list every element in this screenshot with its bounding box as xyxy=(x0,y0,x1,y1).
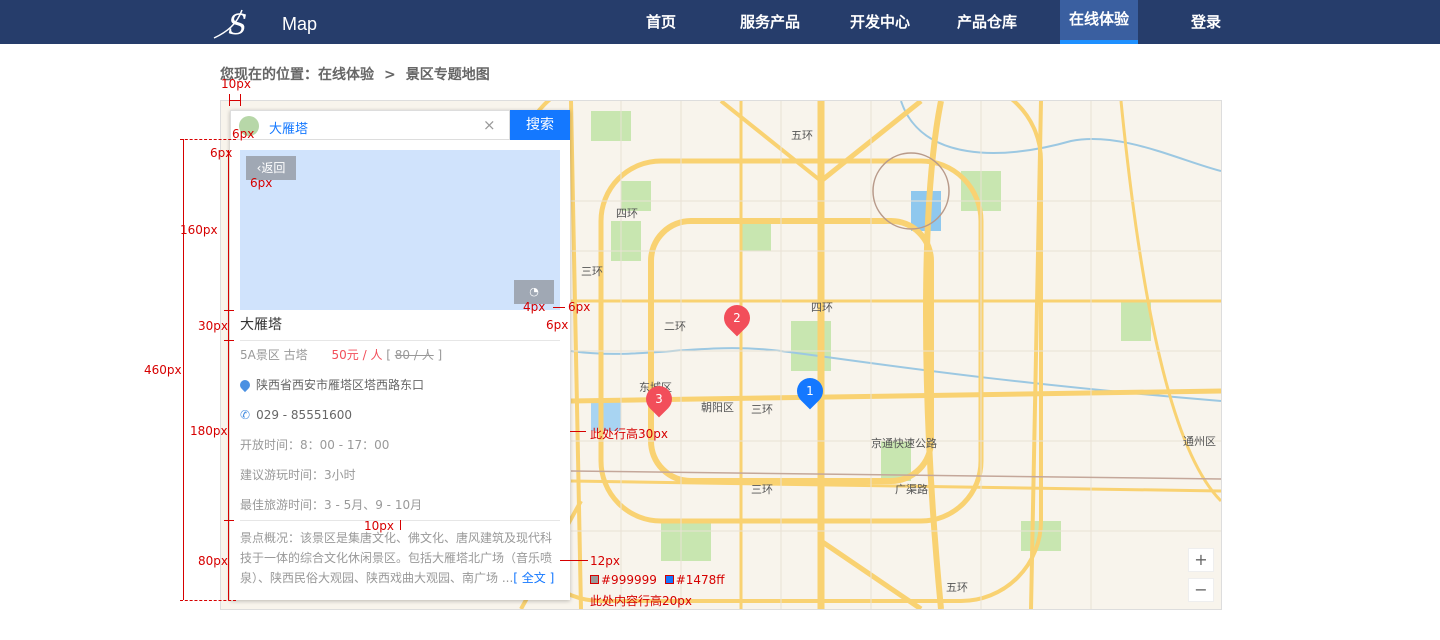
nav-home[interactable]: 首页 xyxy=(630,0,692,44)
annotation-line xyxy=(183,139,184,600)
map-label: 五环 xyxy=(946,581,968,594)
close-icon[interactable]: × xyxy=(483,116,496,134)
annotation: 6px xyxy=(250,176,273,190)
location-pin-icon xyxy=(237,377,253,393)
marker-label: 1 xyxy=(806,384,814,398)
color-label: #999999 xyxy=(601,573,657,587)
swatch-gray xyxy=(590,575,599,584)
swatch-blue xyxy=(664,575,674,584)
marker-label: 2 xyxy=(733,311,741,325)
annotation-line xyxy=(553,307,565,308)
map-label: 四环 xyxy=(616,207,638,220)
map-marker-1[interactable]: 1 xyxy=(791,372,829,410)
annotation: 此处内容行高20px xyxy=(590,594,692,608)
annotation-line xyxy=(180,600,236,601)
map-label: 京通快速公路 xyxy=(871,437,937,450)
poi-photo: ‹返回 ◔ xyxy=(240,150,560,310)
top-navbar: S Map 首页 服务产品 开发中心 产品仓库 在线体验 登录 xyxy=(0,0,1440,44)
read-more-link[interactable]: [ 全文 ] xyxy=(513,571,554,585)
poi-overview-text: 景点概况：该景区是集唐文化、佛文化、唐风建筑及现代科技于一体的综合文化休闲景区。… xyxy=(240,531,553,585)
annotation-line xyxy=(400,520,401,530)
annotation: 10px xyxy=(221,77,251,91)
annotation-line xyxy=(224,310,234,311)
color-label: #1478ff xyxy=(675,573,725,587)
search-input[interactable]: 大雁塔 xyxy=(269,118,308,137)
annotation: 4px xyxy=(523,300,546,314)
search-button[interactable]: 搜索 xyxy=(510,110,570,140)
phone-icon: ✆ xyxy=(240,408,251,422)
search-box: 大雁塔 × xyxy=(230,110,510,140)
map-label: 四环 xyxy=(811,301,833,314)
logo[interactable]: S Map xyxy=(212,2,317,41)
map-label: 三环 xyxy=(751,483,773,496)
poi-open-time: 开放时间：8：00 - 17：00 xyxy=(240,438,390,452)
poi-price: 50元 / 人 xyxy=(331,348,383,362)
annotation: 6px xyxy=(568,300,591,314)
poi-best-time: 最佳旅游时间：3 - 5月、9 - 10月 xyxy=(240,498,423,512)
annotation: 460px xyxy=(144,363,182,377)
poi-overview: 景点概况：该景区是集唐文化、佛文化、唐风建筑及现代科技于一体的综合文化休闲景区。… xyxy=(240,528,560,588)
nav-repo[interactable]: 产品仓库 xyxy=(947,0,1027,44)
map-label: 朝阳区 xyxy=(701,401,734,414)
annotation: 6px xyxy=(546,318,569,332)
annotation: 10px xyxy=(364,519,394,533)
map-marker-2[interactable]: 2 xyxy=(718,299,756,337)
breadcrumb-current: 景区专题地图 xyxy=(405,67,490,83)
zoom-out-button[interactable]: − xyxy=(1188,578,1214,602)
logo-word: Map xyxy=(282,14,318,34)
annotation-line xyxy=(224,340,234,341)
annotation: 160px xyxy=(180,223,218,237)
poi-title: 大雁塔 xyxy=(240,310,560,341)
poi-tags: 5A景区 古塔 xyxy=(240,348,308,362)
zoom-in-button[interactable]: + xyxy=(1188,548,1214,572)
map-label: 五环 xyxy=(791,129,813,142)
map-label: 三环 xyxy=(751,403,773,416)
annotation: 6px xyxy=(210,146,233,160)
poi-address-row: 陕西省西安市雁塔区塔西路东口 xyxy=(237,370,560,400)
annotation-line xyxy=(228,150,229,600)
nav-login[interactable]: 登录 xyxy=(1176,0,1236,44)
map-label: 三环 xyxy=(581,265,603,278)
poi-address: 陕西省西安市雁塔区塔西路东口 xyxy=(256,378,425,392)
logo-letter: S xyxy=(228,8,248,41)
annotation-colors: #999999 #1478ff xyxy=(590,573,725,587)
annotation: 12px xyxy=(590,554,620,568)
annotation-line xyxy=(560,560,588,561)
annotation-line xyxy=(180,139,236,140)
annotation: 30px xyxy=(198,319,228,333)
map-label: 广渠路 xyxy=(895,483,928,496)
annotation-line xyxy=(570,431,586,432)
poi-phone: 029 - 85551600 xyxy=(256,408,353,422)
breadcrumb: 您现在的位置：在线体验 > 景区专题地图 xyxy=(220,64,490,84)
back-label: 返回 xyxy=(261,161,286,175)
breadcrumb-separator: > xyxy=(384,67,396,83)
annotation: 80px xyxy=(198,554,228,568)
poi-phone-row: ✆ 029 - 85551600 xyxy=(240,400,560,430)
poi-price-original: 80 / 人 xyxy=(394,348,434,362)
annotation: 180px xyxy=(190,424,228,438)
map-label: 通州区 xyxy=(1183,435,1216,448)
map-label: 二环 xyxy=(664,320,686,333)
nav-services[interactable]: 服务产品 xyxy=(730,0,810,44)
marker-label: 3 xyxy=(655,392,663,406)
poi-suggest-time: 建议游玩时间：3小时 xyxy=(240,468,356,482)
poi-tags-row: 5A景区 古塔 50元 / 人 [ 80 / 人 ] xyxy=(240,348,443,362)
annotation: 此处行高30px xyxy=(590,427,668,441)
annotation-line xyxy=(224,520,234,521)
nav-online-demo[interactable]: 在线体验 xyxy=(1060,0,1138,44)
map-marker-3[interactable]: 3 xyxy=(640,380,678,418)
annotation-line xyxy=(229,100,241,101)
nav-dev-center[interactable]: 开发中心 xyxy=(840,0,920,44)
